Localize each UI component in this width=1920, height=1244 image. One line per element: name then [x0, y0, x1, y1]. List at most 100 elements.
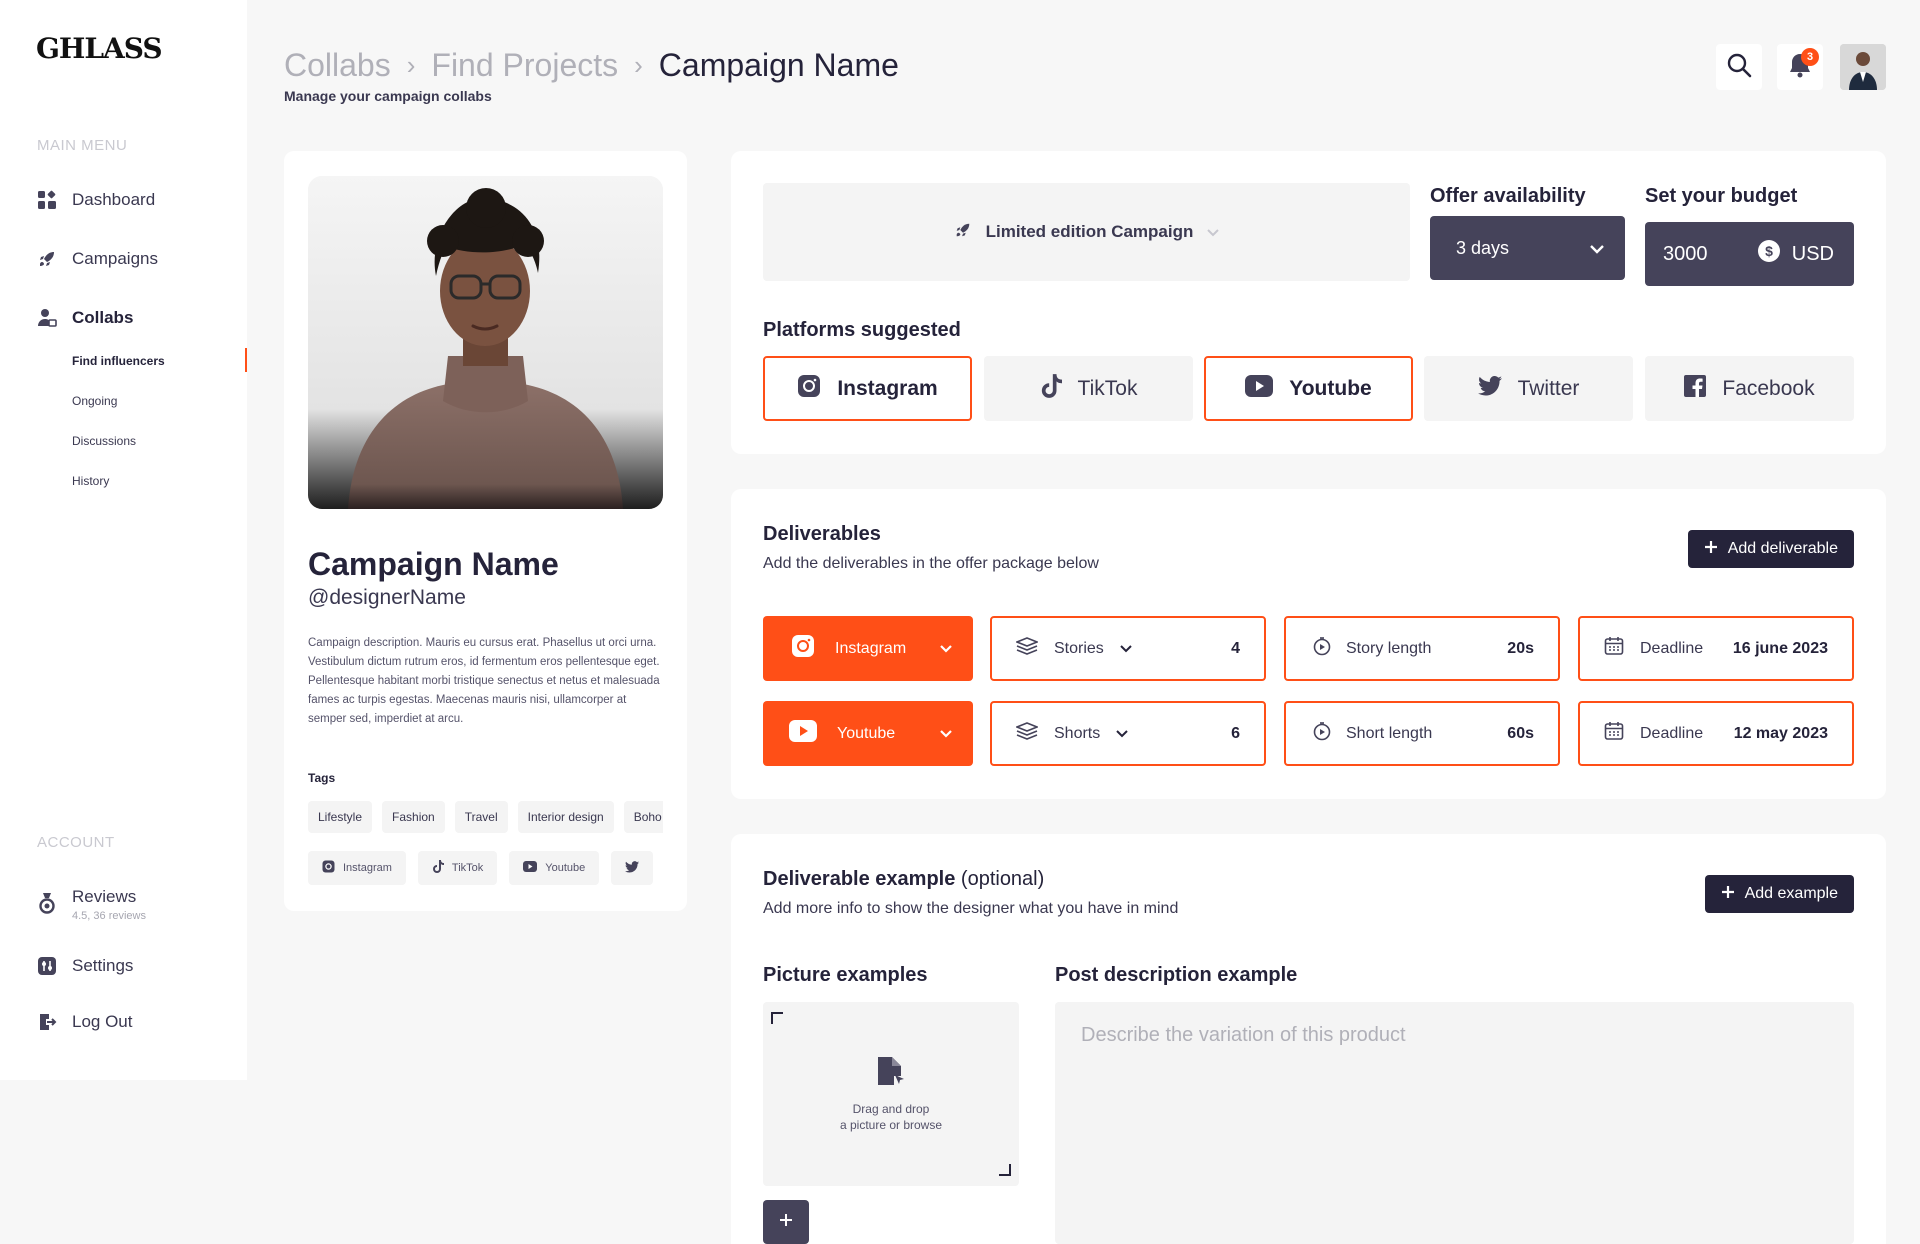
currency-value: USD	[1791, 242, 1834, 265]
profile-photo	[308, 176, 663, 509]
platform-tag-tiktok[interactable]: TikTok	[417, 851, 498, 885]
deliverable-deadline-label: Deadline	[1640, 639, 1704, 657]
notification-badge: 3	[1801, 48, 1819, 66]
dropzone-text-2: a picture or browse	[839, 1118, 943, 1132]
platform-tag-youtube[interactable]: Youtube	[509, 851, 600, 885]
tag[interactable]: Boho	[623, 801, 663, 833]
breadcrumb-find-projects[interactable]: Find Projects	[431, 47, 618, 84]
example-title-text: Deliverable example	[763, 868, 956, 890]
post-description-input[interactable]	[1055, 1002, 1854, 1244]
chevron-down-icon	[939, 725, 953, 743]
sidebar-item-collabs[interactable]: Collabs	[37, 308, 133, 328]
layers-icon	[1014, 722, 1040, 745]
app-logo[interactable]: GHLASS	[36, 32, 163, 65]
deliverable-length-field[interactable]: Story length 20s	[1284, 616, 1560, 681]
instagram-icon	[797, 374, 821, 404]
sidebar-subitem-history[interactable]: History	[72, 474, 109, 488]
deliverable-type-value: Shorts	[1054, 724, 1101, 742]
deliverable-example-card: Deliverable example (optional) Add more …	[731, 834, 1886, 1244]
medal-icon	[37, 893, 57, 914]
deliverable-type-select[interactable]: Stories 4	[990, 616, 1266, 681]
deliverable-deadline-field[interactable]: Deadline 16 june 2023	[1578, 616, 1854, 681]
designer-handle[interactable]: @designerName	[308, 586, 466, 610]
search-icon	[1726, 52, 1752, 83]
sidebar-item-label: Collabs	[72, 308, 134, 327]
post-description-label: Post description example	[1055, 964, 1298, 986]
platform-tag-instagram[interactable]: Instagram	[308, 851, 406, 885]
budget-label: Set your budget	[1645, 185, 1798, 207]
tag[interactable]: Fashion	[382, 801, 445, 833]
timer-icon	[1312, 721, 1332, 746]
youtube-icon	[523, 861, 538, 875]
currency-select[interactable]: $ USD	[1757, 240, 1834, 268]
deliverable-deadline-field[interactable]: Deadline 12 may 2023	[1578, 701, 1854, 766]
availability-label: Offer availability	[1430, 185, 1586, 207]
facebook-icon	[1684, 374, 1707, 403]
sidebar-subitem-ongoing[interactable]: Ongoing	[72, 394, 117, 408]
logout-icon	[37, 1012, 57, 1032]
platform-option-tiktok[interactable]: TikTok	[984, 356, 1193, 421]
file-upload-icon	[876, 1055, 906, 1091]
picture-dropzone[interactable]: Drag and drop a picture or browse	[763, 1002, 1019, 1186]
sidebar-item-dashboard[interactable]: Dashboard	[37, 190, 155, 210]
tiktok-icon	[1040, 373, 1062, 404]
notifications-button[interactable]: 3	[1777, 44, 1823, 90]
deliverable-count[interactable]: 6	[1231, 725, 1240, 743]
deliverable-count[interactable]: 4	[1231, 640, 1240, 658]
availability-select[interactable]: 3 days	[1430, 216, 1625, 280]
sidebar-item-reviews[interactable]: Reviews 4.5, 36 reviews	[37, 887, 146, 922]
deliverable-length-value: 60s	[1507, 724, 1534, 742]
layers-icon	[1014, 637, 1040, 660]
sidebar-subitem-find-influencers[interactable]: Find influencers	[72, 354, 165, 368]
youtube-icon	[789, 720, 817, 747]
tiktok-icon	[432, 860, 444, 876]
plus-icon	[1721, 885, 1735, 904]
deliverable-deadline-value: 16 june 2023	[1732, 639, 1828, 657]
sidebar-item-logout[interactable]: Log Out	[37, 1012, 133, 1032]
deliverable-type-select[interactable]: Shorts 6	[990, 701, 1266, 766]
availability-value: 3 days	[1456, 237, 1510, 258]
tags-list: Lifestyle Fashion Travel Interior design…	[308, 801, 663, 833]
platform-option-instagram[interactable]: Instagram	[763, 356, 972, 421]
picture-examples-label: Picture examples	[763, 964, 928, 986]
add-deliverable-button[interactable]: Add deliverable	[1687, 530, 1854, 568]
settings-icon	[37, 956, 57, 976]
platform-tag-twitter[interactable]	[611, 851, 654, 885]
add-picture-button[interactable]	[763, 1200, 809, 1244]
tag[interactable]: Travel	[454, 801, 508, 833]
avatar[interactable]	[1840, 44, 1886, 90]
svg-text:$: $	[1765, 243, 1773, 259]
breadcrumb-collabs[interactable]: Collabs	[284, 47, 391, 84]
campaign-select-value: Limited edition Campaign	[985, 222, 1194, 241]
budget-input[interactable]: 3000 $ USD	[1645, 222, 1854, 286]
main-menu-heading: MAIN MENU	[37, 137, 128, 154]
twitter-icon	[1477, 375, 1502, 402]
instagram-icon	[322, 860, 335, 876]
dropzone-corner	[771, 1012, 783, 1024]
sidebar-item-settings[interactable]: Settings	[37, 956, 133, 976]
account-heading: ACCOUNT	[37, 834, 115, 851]
deliverables-card: Deliverables Add the deliverables in the…	[731, 489, 1886, 799]
platform-option-label: Instagram	[837, 376, 938, 400]
tag[interactable]: Interior design	[517, 801, 614, 833]
platform-option-youtube[interactable]: Youtube	[1204, 356, 1413, 421]
tag[interactable]: Lifestyle	[308, 801, 373, 833]
deliverables-title: Deliverables	[763, 523, 881, 545]
campaign-description: Campaign description. Mauris eu cursus e…	[308, 637, 660, 725]
dropzone-corner	[999, 1164, 1011, 1176]
add-example-button[interactable]: Add example	[1704, 875, 1854, 913]
deliverable-platform-value: Instagram	[835, 639, 907, 657]
sidebar-item-campaigns[interactable]: Campaigns	[37, 249, 158, 269]
platform-option-facebook[interactable]: Facebook	[1645, 356, 1854, 421]
plus-icon	[1704, 540, 1718, 559]
deliverable-platform-select[interactable]: Instagram	[763, 616, 973, 681]
deliverable-platform-value: Youtube	[837, 724, 896, 742]
search-button[interactable]	[1716, 44, 1762, 90]
page-title: Campaign Name	[658, 47, 899, 83]
deliverable-platform-select[interactable]: Youtube	[763, 701, 973, 766]
platform-tag-label: Instagram	[343, 862, 392, 874]
platform-option-twitter[interactable]: Twitter	[1424, 356, 1633, 421]
sidebar-subitem-discussions[interactable]: Discussions	[72, 434, 136, 448]
campaign-select[interactable]: Limited edition Campaign	[763, 183, 1410, 281]
deliverable-length-field[interactable]: Short length 60s	[1284, 701, 1560, 766]
